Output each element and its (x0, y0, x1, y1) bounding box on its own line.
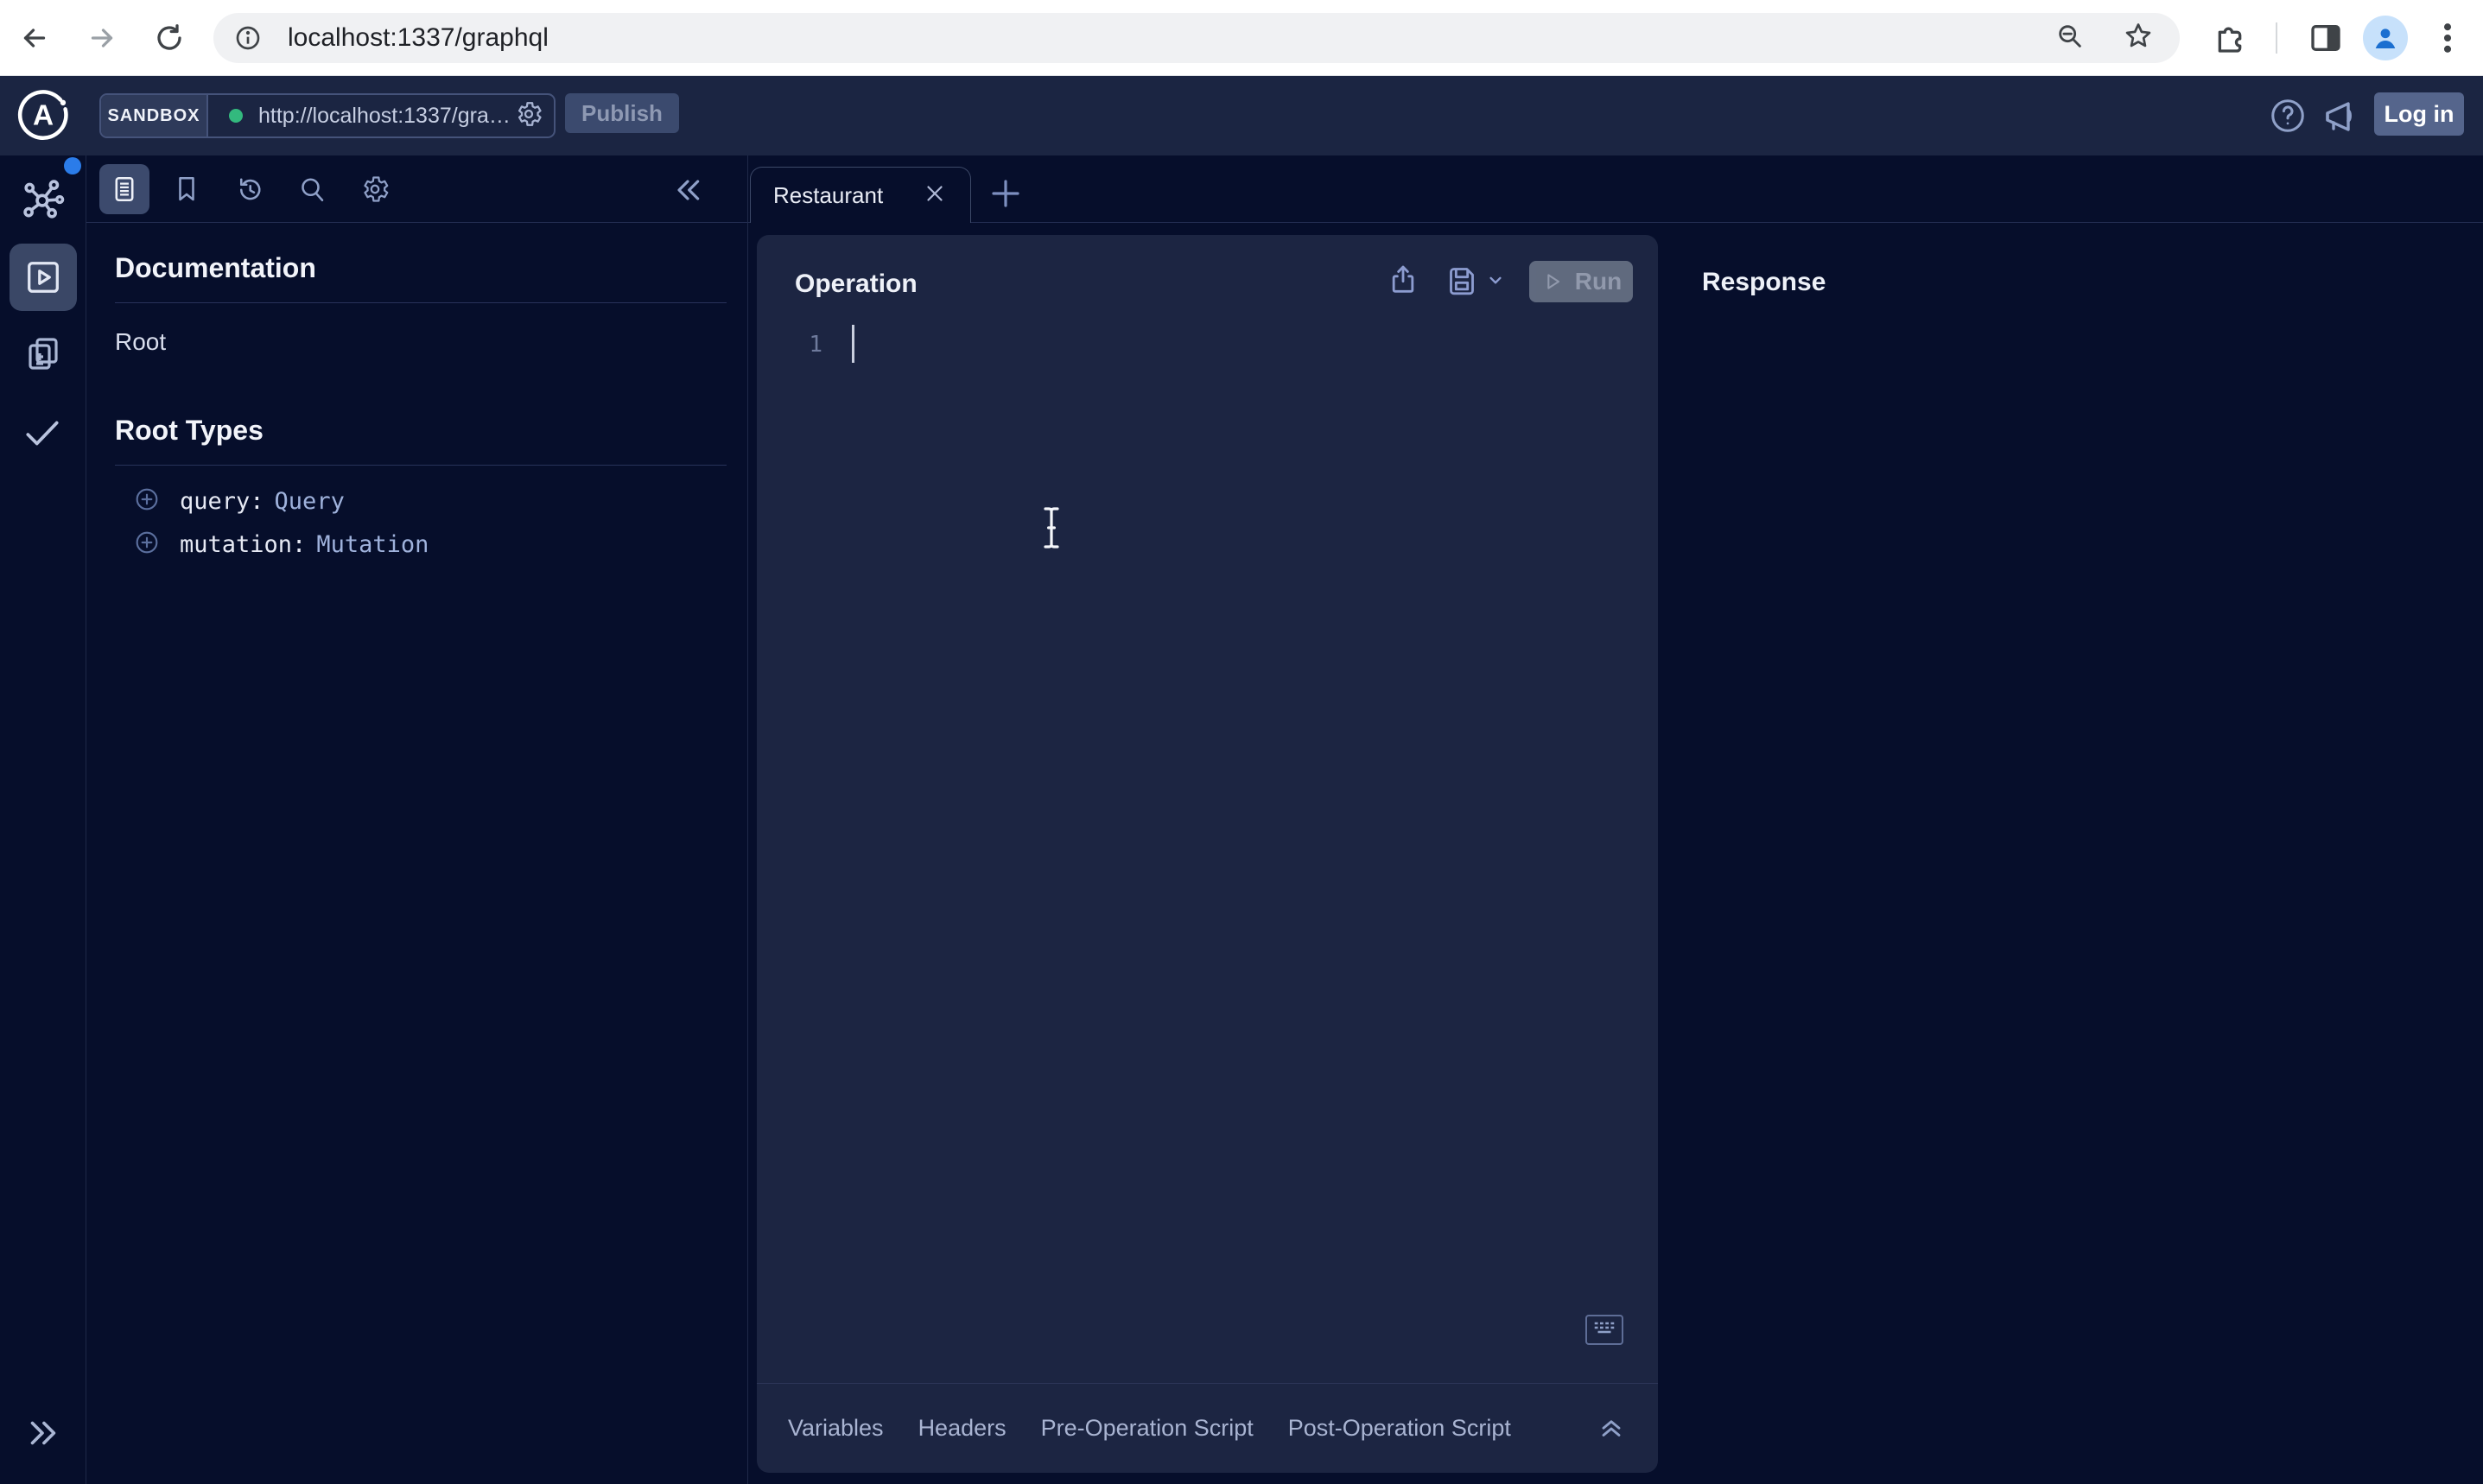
divider (115, 465, 727, 466)
endpoint-box: SANDBOX http://localhost:1337/gra… (99, 93, 556, 138)
history-clock-icon[interactable] (234, 174, 265, 209)
operation-actions: Run (1386, 261, 1633, 302)
forward-arrow-icon[interactable] (86, 22, 117, 54)
run-label: Run (1575, 268, 1622, 295)
search-magnifier-icon[interactable] (296, 174, 327, 209)
left-nav-strip (0, 155, 86, 1484)
new-tab-plus-icon[interactable] (985, 173, 1026, 219)
run-button[interactable]: Run (1529, 261, 1633, 302)
doc-panel-header (86, 155, 747, 223)
login-button[interactable]: Log in (2374, 92, 2464, 136)
type-name-link[interactable]: Mutation (316, 531, 429, 558)
collapse-double-chevron-icon[interactable] (670, 173, 705, 212)
connection-settings-gear-icon[interactable] (514, 99, 543, 133)
back-arrow-icon[interactable] (19, 22, 50, 54)
zoom-indicator-icon[interactable] (2055, 22, 2085, 55)
operation-panel: Operation Run 1 (757, 235, 1658, 1473)
chevron-down-icon[interactable] (1484, 269, 1507, 295)
nav-item-explorer[interactable] (10, 244, 77, 311)
operation-bottom-bar: Variables Headers Pre-Operation Script P… (757, 1383, 1658, 1473)
bookmarks-icon[interactable] (171, 174, 202, 209)
publish-button[interactable]: Publish (565, 93, 679, 133)
changelog-diff-icon[interactable] (22, 333, 64, 379)
svg-text:A: A (33, 100, 54, 132)
doc-root-item[interactable]: Root (115, 328, 166, 356)
toolbar-divider (2276, 22, 2277, 54)
operation-editor[interactable] (835, 321, 1641, 1291)
double-chevron-up-icon[interactable] (1596, 1411, 1627, 1446)
add-field-plus-icon[interactable] (133, 485, 161, 517)
browser-toolbar: localhost:1337/graphql (0, 0, 2483, 76)
kebab-menu-icon[interactable] (2438, 19, 2457, 57)
variables-tab[interactable]: Variables (788, 1415, 884, 1442)
editor-line-number: 1 (798, 332, 822, 358)
doc-section-title: Documentation (115, 252, 316, 284)
bookmark-star-icon[interactable] (2123, 21, 2154, 56)
root-type-mutation-row[interactable]: mutation: Mutation (133, 527, 429, 561)
endpoint-url-input[interactable]: http://localhost:1337/gra… (258, 104, 511, 129)
type-field-label: mutation: (180, 531, 306, 558)
documentation-panel: Documentation Root Root Types query: Quer… (86, 155, 748, 1484)
announcements-megaphone-icon[interactable] (2321, 96, 2362, 142)
tab-restaurant[interactable]: Restaurant (750, 167, 971, 223)
documentation-doc-icon (110, 174, 139, 204)
expand-double-chevron-icon[interactable] (22, 1413, 62, 1457)
reload-icon[interactable] (154, 22, 185, 54)
divider (115, 302, 727, 303)
headers-tab[interactable]: Headers (918, 1415, 1007, 1442)
help-icon[interactable] (2268, 96, 2308, 140)
add-field-plus-icon[interactable] (133, 529, 161, 561)
schema-graph-icon[interactable] (20, 176, 67, 227)
checks-checkmark-icon[interactable] (21, 411, 64, 459)
tab-label: Restaurant (773, 182, 922, 209)
root-types-title: Root Types (115, 415, 264, 447)
type-name-link[interactable]: Query (275, 488, 345, 515)
url-text[interactable]: localhost:1337/graphql (288, 23, 2055, 53)
operation-title: Operation (795, 270, 918, 299)
response-title: Response (1702, 268, 1826, 297)
type-field-label: query: (180, 488, 264, 515)
side-panel-icon[interactable] (2308, 21, 2343, 55)
documentation-tab-button[interactable] (99, 164, 149, 214)
sandbox-badge: SANDBOX (101, 95, 208, 136)
run-play-icon (1540, 270, 1565, 294)
apollo-logo-icon[interactable]: A (16, 87, 71, 143)
apollo-header: A SANDBOX http://localhost:1337/gra… Pub… (0, 76, 2483, 155)
explorer-play-icon (23, 257, 63, 297)
close-icon[interactable] (922, 181, 948, 211)
profile-avatar[interactable] (2363, 16, 2408, 60)
tab-row-border (748, 222, 2483, 223)
main-area: Documentation Root Root Types query: Quer… (0, 155, 2483, 1484)
save-floppy-icon[interactable] (1445, 263, 1479, 301)
mouse-ibeam-cursor (1037, 505, 1066, 555)
extensions-puzzle-icon[interactable] (2213, 21, 2247, 55)
address-bar[interactable]: localhost:1337/graphql (213, 13, 2180, 63)
explorer-settings-gear-icon[interactable] (359, 174, 391, 209)
root-type-query-row[interactable]: query: Query (133, 484, 345, 518)
share-export-icon[interactable] (1386, 263, 1420, 301)
connection-status-dot (229, 109, 243, 123)
schema-notification-dot (64, 157, 81, 174)
keyboard-shortcuts-icon[interactable] (1585, 1315, 1623, 1345)
app-window: localhost:1337/graphql A (0, 0, 2483, 1484)
pre-operation-script-tab[interactable]: Pre-Operation Script (1041, 1415, 1254, 1442)
post-operation-script-tab[interactable]: Post-Operation Script (1288, 1415, 1511, 1442)
site-info-icon[interactable] (234, 24, 262, 52)
